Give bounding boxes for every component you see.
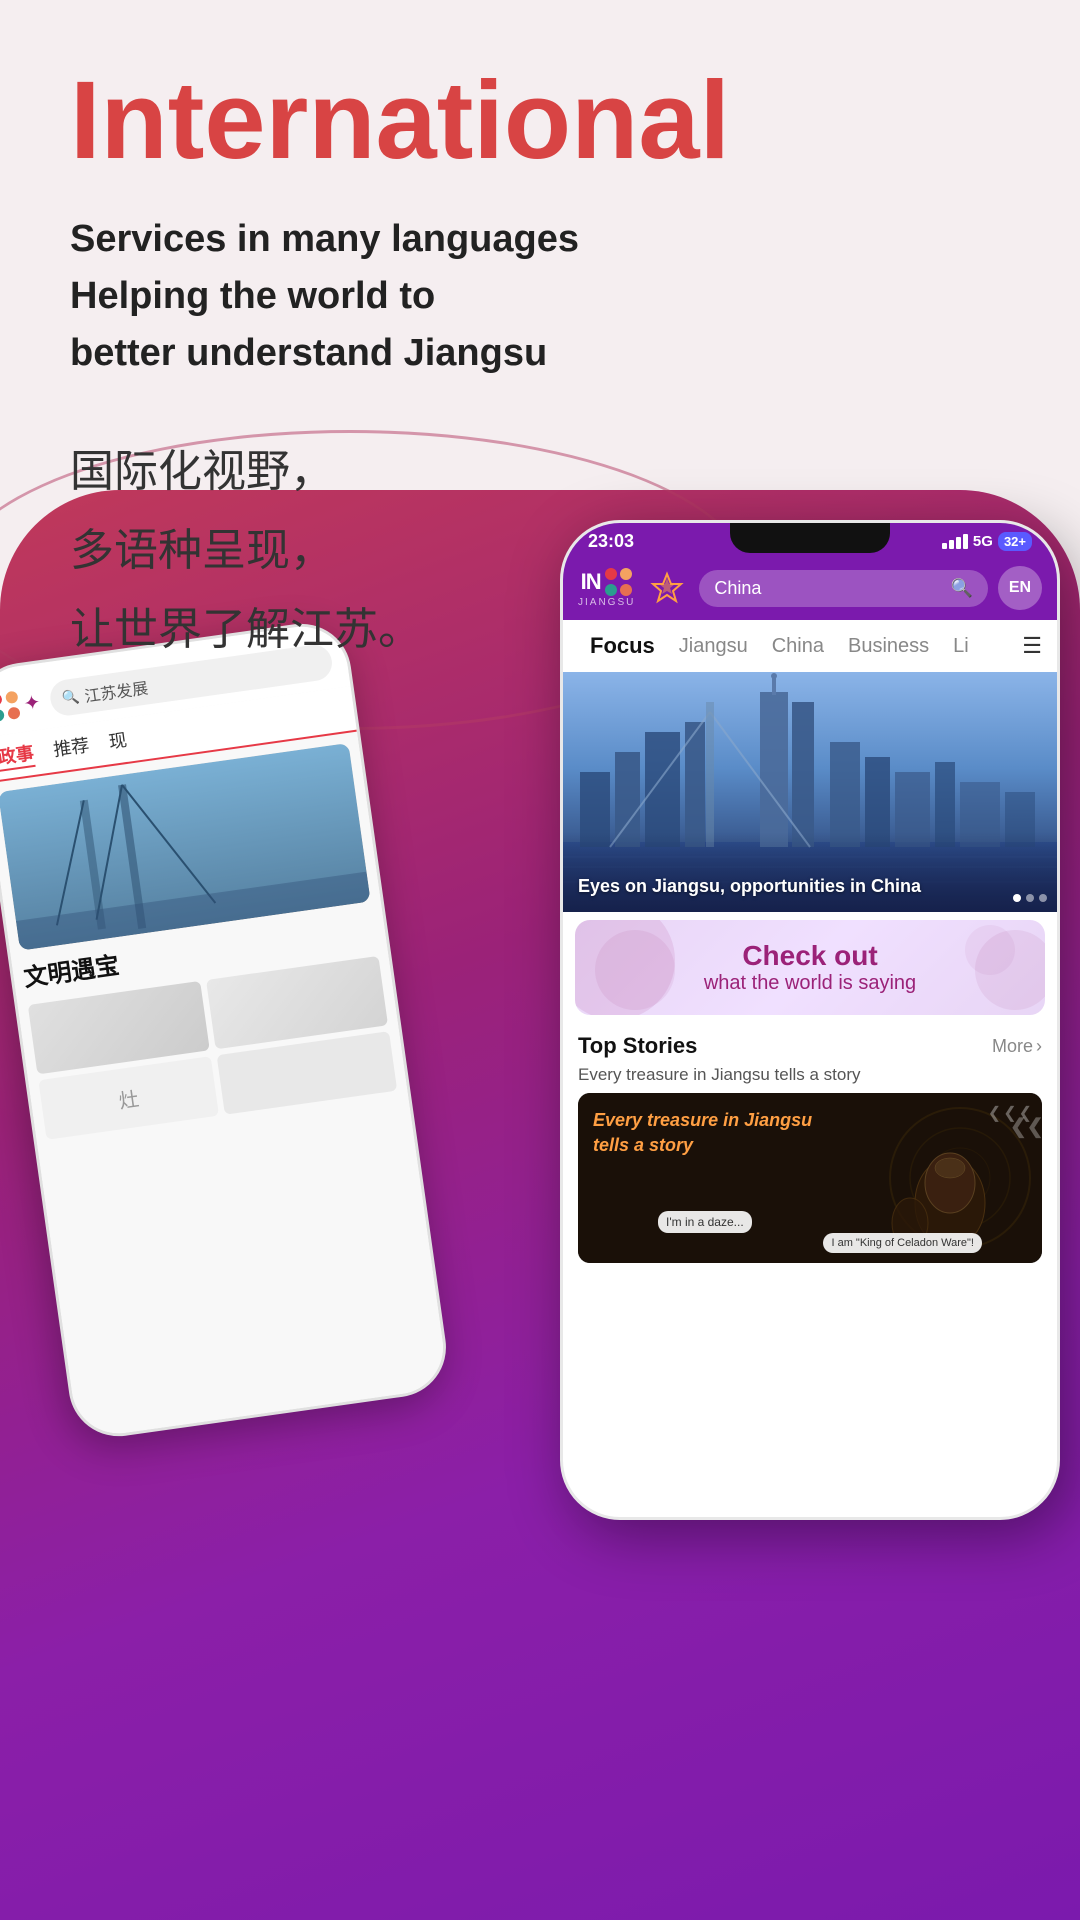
pf-hero-image: Eyes on Jiangsu, opportunities in China <box>563 672 1057 912</box>
pf-top-stories: Top Stories More › Every treasure in Jia… <box>563 1023 1057 1268</box>
page-title: International <box>70 60 1010 181</box>
pf-hero-dots <box>1013 894 1047 902</box>
pf-dot-2 <box>1026 894 1034 902</box>
pf-article-line2: tells a story <box>593 1133 812 1158</box>
pf-chevron-3: ❮ <box>1019 1103 1032 1123</box>
pf-chevron-1: ❮ <box>988 1103 1001 1123</box>
zh-line1: 国际化视野， <box>70 432 1010 511</box>
pf-ts-subtitle: Every treasure in Jiangsu tells a story <box>578 1065 1042 1085</box>
pb-jiangsu-icon: ✦ <box>22 689 42 716</box>
pf-ts-header: Top Stories More › <box>578 1033 1042 1059</box>
pf-checkout-circle-4 <box>965 925 1015 975</box>
pb-search-text: 江苏发展 <box>83 674 150 707</box>
subtitle-line3: better understand Jiangsu <box>70 332 547 374</box>
pf-dot-active <box>1013 894 1021 902</box>
pf-checkout-subtitle: what the world is saying <box>704 972 916 995</box>
pf-checkout-circle-2 <box>595 930 675 1010</box>
pf-article-line1: Every treasure in Jiangsu <box>593 1108 812 1133</box>
top-content-area: International Services in many languages… <box>70 60 1010 670</box>
pb-dot-3 <box>0 708 5 722</box>
subtitle-line2: Helping the world to <box>70 275 435 317</box>
pf-ts-more-chevron: › <box>1036 1036 1042 1057</box>
phone-front: 23:03 5G 32+ IN <box>560 520 1060 1520</box>
pb-nav-current[interactable]: 现 <box>107 726 129 756</box>
pf-hero-caption: Eyes on Jiangsu, opportunities in China <box>578 876 921 897</box>
pf-hero-gradient <box>563 832 1057 912</box>
subtitle-english: Services in many languages Helping the w… <box>70 211 1010 382</box>
pf-ts-more-btn[interactable]: More › <box>992 1036 1042 1057</box>
pb-dot-4 <box>7 706 21 720</box>
pf-checkout-title: Check out <box>742 940 877 972</box>
pf-checkout-banner[interactable]: Check out what the world is saying <box>575 920 1045 1015</box>
phone-back-screen: ✦ 🔍 江苏发展 政事 推荐 现 <box>0 621 449 1440</box>
zh-line3: 让世界了解江苏。 <box>70 590 1010 669</box>
phone-back: ✦ 🔍 江苏发展 政事 推荐 现 <box>0 617 452 1442</box>
phones-container: ✦ 🔍 江苏发展 政事 推荐 现 <box>0 520 1080 1920</box>
subtitle-line1: Services in many languages <box>70 218 579 260</box>
pb-content: 文明遇宝 灶 <box>0 732 409 1151</box>
pf-ts-article-image[interactable]: ❮❮❮ Every treasure in Jiangsu tells a st… <box>578 1093 1042 1263</box>
pb-logo: ✦ <box>0 688 42 723</box>
pb-dot-2 <box>5 691 19 705</box>
pf-speech-bubble-2: I am "King of Celadon Ware"! <box>823 1233 982 1253</box>
pf-ts-more-text: More <box>992 1036 1033 1057</box>
pf-nav-menu-icon[interactable]: ☰ <box>1022 633 1042 659</box>
pf-speech-bubble-1: I'm in a daze... <box>658 1211 752 1233</box>
pf-article-title: Every treasure in Jiangsu tells a story <box>593 1108 812 1158</box>
pb-nav-recommended[interactable]: 推荐 <box>52 731 92 764</box>
subtitle-chinese: 国际化视野， 多语种呈现， 让世界了解江苏。 <box>70 432 1010 670</box>
pf-chevrons-decoration: ❮ ❮ ❮ <box>988 1103 1032 1123</box>
pf-chevron-2: ❮ <box>1003 1103 1016 1123</box>
pf-dot-3 <box>1039 894 1047 902</box>
pb-nav-politics[interactable]: 政事 <box>0 739 36 772</box>
pb-dot-1 <box>0 693 3 707</box>
pb-logo-dots <box>0 691 21 723</box>
zh-line2: 多语种呈现， <box>70 511 1010 590</box>
pf-ts-title: Top Stories <box>578 1033 697 1059</box>
